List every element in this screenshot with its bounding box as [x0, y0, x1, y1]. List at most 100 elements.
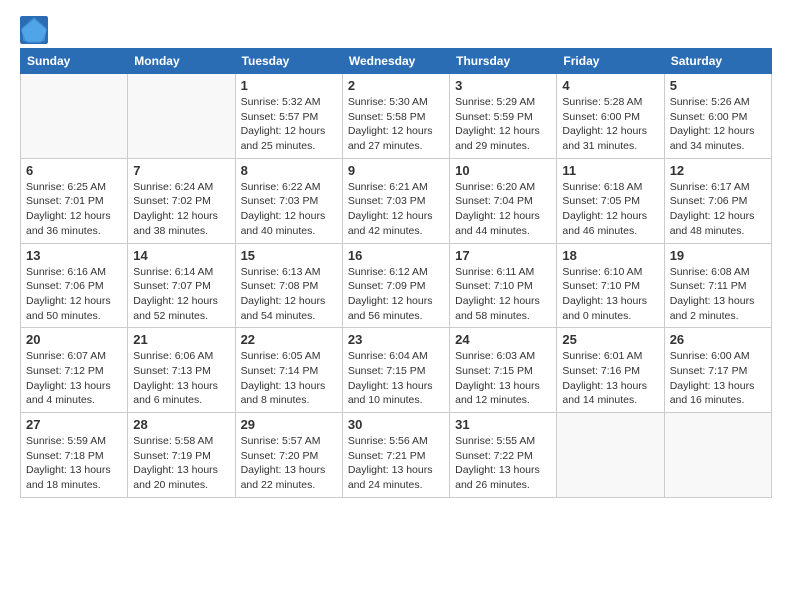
calendar-week-row: 27 Sunrise: 5:59 AM Sunset: 7:18 PM Dayli… — [21, 413, 772, 498]
day-info: Sunrise: 6:04 AM Sunset: 7:15 PM Dayligh… — [348, 349, 444, 408]
day-number: 13 — [26, 248, 122, 263]
calendar-cell: 20 Sunrise: 6:07 AM Sunset: 7:12 PM Dayli… — [21, 328, 128, 413]
day-number: 23 — [348, 332, 444, 347]
day-info: Sunrise: 6:16 AM Sunset: 7:06 PM Dayligh… — [26, 265, 122, 324]
calendar-cell: 14Sunrise: 6:14 AM Sunset: 7:07 PM Dayli… — [128, 243, 235, 328]
calendar-cell: 19 Sunrise: 6:08 AM Sunset: 7:11 PM Dayli… — [664, 243, 771, 328]
day-number: 17 — [455, 248, 551, 263]
day-number: 25 — [562, 332, 658, 347]
calendar-cell: 12Sunrise: 6:17 AM Sunset: 7:06 PM Dayli… — [664, 158, 771, 243]
calendar-week-row: 13 Sunrise: 6:16 AM Sunset: 7:06 PM Dayli… — [21, 243, 772, 328]
day-number: 4 — [562, 78, 658, 93]
day-number: 8 — [241, 163, 337, 178]
day-info: Sunrise: 5:56 AM Sunset: 7:21 PM Dayligh… — [348, 434, 444, 493]
day-number: 19 — [670, 248, 766, 263]
day-info: Sunrise: 6:03 AM Sunset: 7:15 PM Dayligh… — [455, 349, 551, 408]
col-header-wednesday: Wednesday — [342, 49, 449, 74]
day-info: Sunrise: 6:05 AM Sunset: 7:14 PM Dayligh… — [241, 349, 337, 408]
day-info: Sunrise: 5:28 AM Sunset: 6:00 PM Dayligh… — [562, 95, 658, 154]
day-info: Sunrise: 6:21 AM Sunset: 7:03 PM Dayligh… — [348, 180, 444, 239]
calendar-week-row: 6Sunrise: 6:25 AM Sunset: 7:01 PM Daylig… — [21, 158, 772, 243]
day-number: 2 — [348, 78, 444, 93]
calendar-cell: 21 Sunrise: 6:06 AM Sunset: 7:13 PM Dayli… — [128, 328, 235, 413]
calendar-cell — [128, 74, 235, 159]
day-number: 10 — [455, 163, 551, 178]
day-number: 29 — [241, 417, 337, 432]
day-number: 15 — [241, 248, 337, 263]
day-info: Sunrise: 6:10 AM Sunset: 7:10 PM Dayligh… — [562, 265, 658, 324]
calendar-cell: 2 Sunrise: 5:30 AM Sunset: 5:58 PM Daylig… — [342, 74, 449, 159]
day-info: Sunrise: 6:08 AM Sunset: 7:11 PM Dayligh… — [670, 265, 766, 324]
day-info: Sunrise: 6:00 AM Sunset: 7:17 PM Dayligh… — [670, 349, 766, 408]
calendar-table: SundayMondayTuesdayWednesdayThursdayFrid… — [20, 48, 772, 498]
day-info: Sunrise: 6:01 AM Sunset: 7:16 PM Dayligh… — [562, 349, 658, 408]
day-number: 5 — [670, 78, 766, 93]
col-header-monday: Monday — [128, 49, 235, 74]
calendar-cell: 18 Sunrise: 6:10 AM Sunset: 7:10 PM Dayli… — [557, 243, 664, 328]
day-number: 1 — [241, 78, 337, 93]
day-info: Sunrise: 6:22 AM Sunset: 7:03 PM Dayligh… — [241, 180, 337, 239]
day-number: 18 — [562, 248, 658, 263]
day-number: 20 — [26, 332, 122, 347]
calendar-cell: 4 Sunrise: 5:28 AM Sunset: 6:00 PM Daylig… — [557, 74, 664, 159]
logo — [20, 16, 52, 44]
day-number: 9 — [348, 163, 444, 178]
day-number: 30 — [348, 417, 444, 432]
day-info: Sunrise: 6:13 AM Sunset: 7:08 PM Dayligh… — [241, 265, 337, 324]
day-info: Sunrise: 5:57 AM Sunset: 7:20 PM Dayligh… — [241, 434, 337, 493]
calendar-cell — [664, 413, 771, 498]
day-info: Sunrise: 5:30 AM Sunset: 5:58 PM Dayligh… — [348, 95, 444, 154]
calendar-cell: 10 Sunrise: 6:20 AM Sunset: 7:04 PM Dayli… — [450, 158, 557, 243]
day-info: Sunrise: 5:29 AM Sunset: 5:59 PM Dayligh… — [455, 95, 551, 154]
day-number: 22 — [241, 332, 337, 347]
day-info: Sunrise: 5:58 AM Sunset: 7:19 PM Dayligh… — [133, 434, 229, 493]
day-info: Sunrise: 6:18 AM Sunset: 7:05 PM Dayligh… — [562, 180, 658, 239]
day-number: 24 — [455, 332, 551, 347]
day-info: Sunrise: 5:59 AM Sunset: 7:18 PM Dayligh… — [26, 434, 122, 493]
col-header-tuesday: Tuesday — [235, 49, 342, 74]
day-info: Sunrise: 6:06 AM Sunset: 7:13 PM Dayligh… — [133, 349, 229, 408]
calendar-cell: 25 Sunrise: 6:01 AM Sunset: 7:16 PM Dayli… — [557, 328, 664, 413]
day-info: Sunrise: 5:26 AM Sunset: 6:00 PM Dayligh… — [670, 95, 766, 154]
day-info: Sunrise: 5:55 AM Sunset: 7:22 PM Dayligh… — [455, 434, 551, 493]
calendar-cell: 26 Sunrise: 6:00 AM Sunset: 7:17 PM Dayli… — [664, 328, 771, 413]
day-info: Sunrise: 6:12 AM Sunset: 7:09 PM Dayligh… — [348, 265, 444, 324]
day-number: 21 — [133, 332, 229, 347]
calendar-cell: 1Sunrise: 5:32 AM Sunset: 5:57 PM Daylig… — [235, 74, 342, 159]
calendar-cell: 5 Sunrise: 5:26 AM Sunset: 6:00 PM Daylig… — [664, 74, 771, 159]
calendar-week-row: 20 Sunrise: 6:07 AM Sunset: 7:12 PM Dayli… — [21, 328, 772, 413]
calendar-cell — [557, 413, 664, 498]
day-number: 26 — [670, 332, 766, 347]
calendar-cell: 29 Sunrise: 5:57 AM Sunset: 7:20 PM Dayli… — [235, 413, 342, 498]
calendar-cell: 22 Sunrise: 6:05 AM Sunset: 7:14 PM Dayli… — [235, 328, 342, 413]
day-number: 27 — [26, 417, 122, 432]
col-header-thursday: Thursday — [450, 49, 557, 74]
calendar-cell: 6Sunrise: 6:25 AM Sunset: 7:01 PM Daylig… — [21, 158, 128, 243]
calendar-cell: 9 Sunrise: 6:21 AM Sunset: 7:03 PM Daylig… — [342, 158, 449, 243]
calendar-cell: 23 Sunrise: 6:04 AM Sunset: 7:15 PM Dayli… — [342, 328, 449, 413]
calendar-cell: 28Sunrise: 5:58 AM Sunset: 7:19 PM Dayli… — [128, 413, 235, 498]
calendar-header-row: SundayMondayTuesdayWednesdayThursdayFrid… — [21, 49, 772, 74]
col-header-friday: Friday — [557, 49, 664, 74]
logo-icon — [20, 16, 48, 44]
day-number: 14 — [133, 248, 229, 263]
day-info: Sunrise: 6:07 AM Sunset: 7:12 PM Dayligh… — [26, 349, 122, 408]
col-header-sunday: Sunday — [21, 49, 128, 74]
day-number: 3 — [455, 78, 551, 93]
day-info: Sunrise: 6:20 AM Sunset: 7:04 PM Dayligh… — [455, 180, 551, 239]
calendar-cell: 3 Sunrise: 5:29 AM Sunset: 5:59 PM Daylig… — [450, 74, 557, 159]
calendar-cell: 8 Sunrise: 6:22 AM Sunset: 7:03 PM Daylig… — [235, 158, 342, 243]
day-number: 16 — [348, 248, 444, 263]
calendar-cell: 11 Sunrise: 6:18 AM Sunset: 7:05 PM Dayli… — [557, 158, 664, 243]
day-number: 7 — [133, 163, 229, 178]
day-number: 11 — [562, 163, 658, 178]
day-info: Sunrise: 6:11 AM Sunset: 7:10 PM Dayligh… — [455, 265, 551, 324]
day-info: Sunrise: 6:17 AM Sunset: 7:06 PM Dayligh… — [670, 180, 766, 239]
calendar-cell: 7 Sunrise: 6:24 AM Sunset: 7:02 PM Daylig… — [128, 158, 235, 243]
day-info: Sunrise: 6:25 AM Sunset: 7:01 PM Dayligh… — [26, 180, 122, 239]
calendar-cell: 24 Sunrise: 6:03 AM Sunset: 7:15 PM Dayli… — [450, 328, 557, 413]
calendar-cell: 17 Sunrise: 6:11 AM Sunset: 7:10 PM Dayli… — [450, 243, 557, 328]
calendar-cell: 31Sunrise: 5:55 AM Sunset: 7:22 PM Dayli… — [450, 413, 557, 498]
calendar-cell: 27 Sunrise: 5:59 AM Sunset: 7:18 PM Dayli… — [21, 413, 128, 498]
day-info: Sunrise: 6:24 AM Sunset: 7:02 PM Dayligh… — [133, 180, 229, 239]
